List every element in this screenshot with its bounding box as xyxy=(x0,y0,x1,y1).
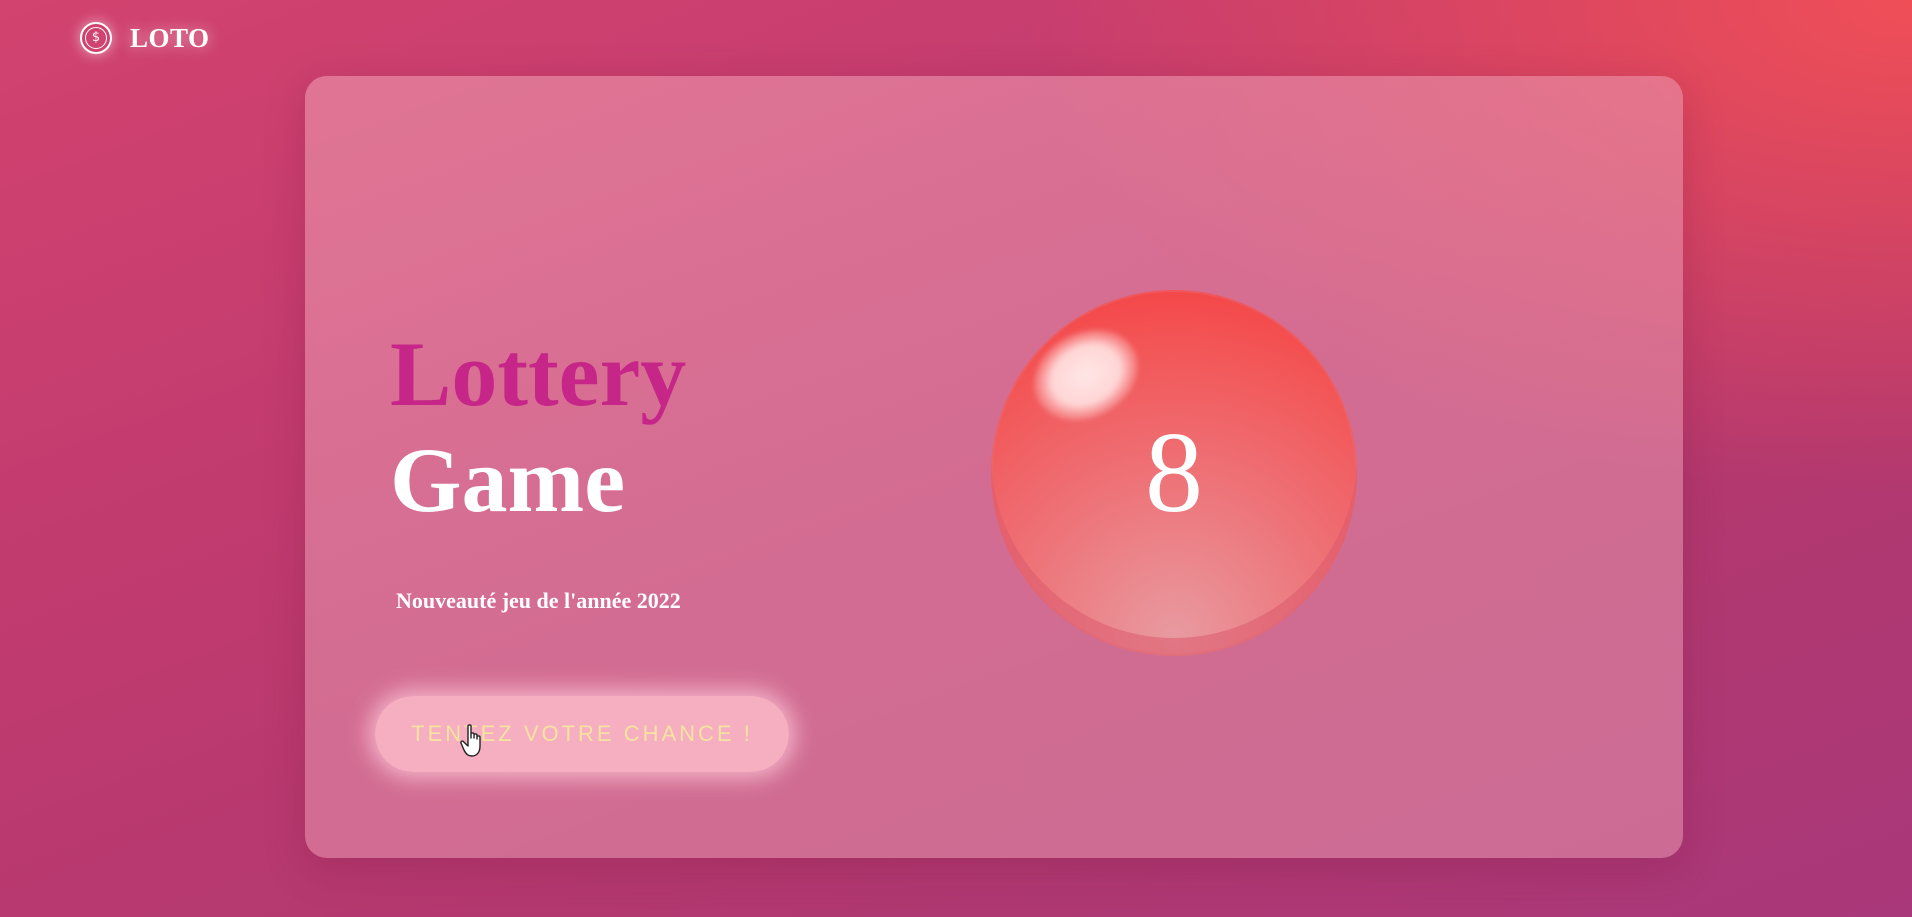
hand-pointer-cursor-icon xyxy=(460,724,481,757)
try-your-luck-button[interactable]: TENTEZ VOTRE CHANCE ! xyxy=(375,696,789,772)
title-lottery: Lottery xyxy=(390,323,687,425)
brand-name[interactable]: LOTO xyxy=(130,23,210,54)
subtitle: Nouveauté jeu de l'année 2022 xyxy=(396,588,681,613)
dollar-coin-icon[interactable]: $ xyxy=(80,22,112,54)
hero-card: Lottery Game Nouveauté jeu de l'année 20… xyxy=(305,76,1683,858)
lottery-ball: 8 xyxy=(991,290,1357,656)
title-game: Game xyxy=(390,429,626,531)
top-bar: $ LOTO xyxy=(80,22,210,54)
ball-number: 8 xyxy=(1145,408,1203,537)
